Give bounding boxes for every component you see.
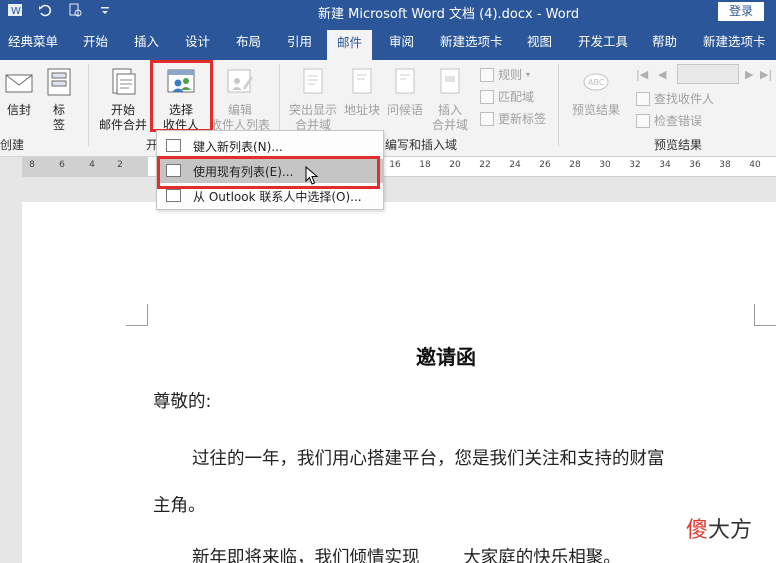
rules-button[interactable]: 规则 ▾ xyxy=(480,66,530,83)
margin-corner-mark xyxy=(754,304,776,326)
customize-qat-icon[interactable] xyxy=(96,2,114,22)
print-preview-icon[interactable] xyxy=(66,2,84,22)
start-mail-merge-button[interactable]: 开始 邮件合并 xyxy=(96,66,150,133)
ribbon-tabs: 经典菜单 开始 插入 设计 布局 引用 邮件 审阅 新建选项卡 视图 开发工具 … xyxy=(0,24,776,60)
horizontal-ruler: 8 6 4 2 2 16 18 20 22 24 26 28 30 32 34 … xyxy=(22,157,776,177)
tab-layout[interactable]: 布局 xyxy=(236,24,261,60)
group-separator xyxy=(558,64,559,146)
undo-icon[interactable] xyxy=(36,2,54,22)
envelopes-button[interactable]: 信封 xyxy=(2,66,36,118)
word-icon[interactable]: W xyxy=(6,2,24,22)
ruler-tick: 4 xyxy=(89,160,95,170)
update-labels-icon xyxy=(480,111,494,126)
ruler-tick: 8 xyxy=(29,160,35,170)
tab-mailings[interactable]: 邮件 xyxy=(327,30,373,60)
document-page[interactable]: 邀请函 尊敬的: 过往的一年，我们用心搭建平台，您是我们关注和支持的财富 主角。… xyxy=(22,202,776,563)
tab-new-tab-2[interactable]: 新建选项卡 xyxy=(703,24,766,60)
insert-field-icon xyxy=(440,68,460,94)
match-fields-icon xyxy=(480,89,494,104)
salutation-text: 尊敬的: xyxy=(153,392,212,412)
login-button[interactable]: 登录 xyxy=(718,2,764,21)
tab-classic-menu[interactable]: 经典菜单 xyxy=(8,24,58,60)
preview-results-button[interactable]: ABC 预览结果 xyxy=(566,66,626,118)
ruler-tick: 20 xyxy=(449,160,461,170)
group-label-write-insert: 编写和插入域 xyxy=(385,138,458,152)
window-title: 新建 Microsoft Word 文档 (4).docx - Word xyxy=(318,7,580,22)
mail-merge-icon xyxy=(112,68,136,95)
group-separator xyxy=(88,64,89,146)
match-fields-button[interactable]: 匹配域 xyxy=(480,88,534,105)
ruler-tick: 32 xyxy=(629,160,641,170)
highlight-box-existing-list xyxy=(157,156,380,189)
ruler-tick: 36 xyxy=(689,160,701,170)
ruler-tick: 26 xyxy=(539,160,551,170)
last-record-icon[interactable]: ▶| xyxy=(760,68,772,81)
update-labels-button[interactable]: 更新标签 xyxy=(480,110,546,127)
first-record-icon[interactable]: |◀ xyxy=(636,68,648,81)
edit-recipient-list-button[interactable]: 编辑 收件人列表 xyxy=(208,66,272,133)
document-area: 邀请函 尊敬的: 过往的一年，我们用心搭建平台，您是我们关注和支持的财富 主角。… xyxy=(0,177,776,563)
body-line-2: 主角。 xyxy=(153,496,206,516)
next-record-icon[interactable]: ▶ xyxy=(745,68,753,81)
highlight-box-select-recipients xyxy=(150,60,213,132)
greeting-line-icon xyxy=(395,68,415,94)
address-block-button[interactable]: 地址块 xyxy=(342,66,382,118)
tab-design[interactable]: 设计 xyxy=(185,24,210,60)
body-line-1: 过往的一年，我们用心搭建平台，您是我们关注和支持的财富 xyxy=(192,449,665,469)
ruler-tick: 22 xyxy=(479,160,491,170)
group-label-preview: 预览结果 xyxy=(654,138,703,152)
quick-access-toolbar: W xyxy=(6,2,114,22)
menu-item-type-new-list[interactable]: 键入新列表(N)... xyxy=(157,134,383,158)
tab-view[interactable]: 视图 xyxy=(527,24,552,60)
new-list-icon xyxy=(166,139,181,152)
find-recipient-button[interactable]: 查找收件人 xyxy=(636,90,714,107)
watermark-logo: 傻大方 xyxy=(686,518,753,543)
edit-list-icon xyxy=(227,69,253,93)
check-errors-button[interactable]: 检查错误 xyxy=(636,112,702,129)
tab-review[interactable]: 审阅 xyxy=(389,24,414,60)
greeting-line-button[interactable]: 问候语 xyxy=(384,66,426,118)
insert-merge-field-button[interactable]: 插入 合并域 xyxy=(428,66,472,133)
title-bar: W 新建 Microsoft Word 文档 (4).docx - Word 登… xyxy=(0,0,776,24)
ruler-tick: 40 xyxy=(749,160,761,170)
highlight-merge-fields-button[interactable]: 突出显示 合并域 xyxy=(286,66,340,133)
find-recipient-icon xyxy=(636,91,650,106)
highlight-fields-icon xyxy=(303,68,323,94)
tab-help[interactable]: 帮助 xyxy=(652,24,677,60)
check-errors-icon xyxy=(636,113,650,128)
ruler-tick: 2 xyxy=(117,160,123,170)
outlook-contacts-icon xyxy=(166,189,181,202)
ruler-tick: 38 xyxy=(719,160,731,170)
address-block-icon xyxy=(352,68,372,94)
ruler-tick: 30 xyxy=(599,160,611,170)
tab-new-tab-1[interactable]: 新建选项卡 xyxy=(440,24,503,60)
margin-corner-mark xyxy=(126,304,148,326)
envelope-icon xyxy=(5,74,33,93)
body-line-3: 新年即将来临，我们倾情实现_____大家庭的快乐相聚。 xyxy=(192,548,621,563)
preview-abc-icon: ABC xyxy=(583,73,609,91)
ruler-tick: 18 xyxy=(419,160,431,170)
rules-icon xyxy=(480,67,494,82)
record-number-input[interactable] xyxy=(677,64,739,84)
previous-record-icon[interactable]: ◀ xyxy=(658,68,666,81)
tab-home[interactable]: 开始 xyxy=(83,24,108,60)
ruler-tick: 6 xyxy=(59,160,65,170)
ruler-tick: 24 xyxy=(509,160,521,170)
tab-references[interactable]: 引用 xyxy=(287,24,312,60)
ruler-tick: 16 xyxy=(389,160,401,170)
mouse-cursor-icon xyxy=(305,166,319,185)
svg-text:W: W xyxy=(11,6,21,17)
ruler-tick: 28 xyxy=(569,160,581,170)
tab-insert[interactable]: 插入 xyxy=(134,24,159,60)
labels-icon xyxy=(47,68,71,96)
chevron-down-icon: ▾ xyxy=(526,70,531,79)
svg-text:ABC: ABC xyxy=(588,78,605,87)
labels-button[interactable]: 标 签 xyxy=(42,66,76,133)
ruler-tick: 34 xyxy=(659,160,671,170)
group-label-create: 创建 xyxy=(0,138,25,152)
document-title: 邀请函 xyxy=(416,345,476,369)
tab-developer[interactable]: 开发工具 xyxy=(578,24,628,60)
ribbon: 信封 标 签 创建 开始 邮件合并 选择 收件人 编辑 收件人列表 开 突出显示… xyxy=(0,60,776,157)
